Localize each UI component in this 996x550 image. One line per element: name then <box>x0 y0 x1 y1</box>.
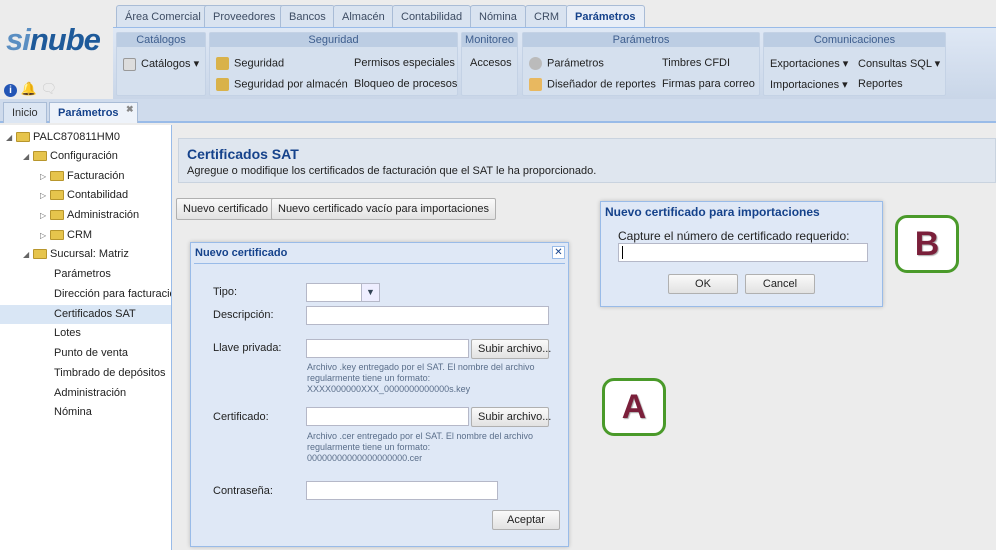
bell-icon[interactable]: 🔔 <box>21 81 37 96</box>
new-empty-certificate-button[interactable]: Nuevo certificado vacío para importacion… <box>271 198 496 220</box>
disenador-reportes-button[interactable]: Diseñador de reportes <box>529 78 656 91</box>
tree-leaf-administracion[interactable]: Administración <box>0 384 171 403</box>
catalog-icon <box>123 57 136 71</box>
folder-icon <box>16 132 30 143</box>
folder-icon <box>50 171 64 182</box>
close-tab-icon[interactable]: ✖ <box>126 104 134 115</box>
accesos-button[interactable]: Accesos <box>470 57 512 69</box>
firmas-correo-button[interactable]: Firmas para correo <box>662 78 755 90</box>
navigation-tree: ◢ PALC870811HM0 ◢ Configuración ▷ Facturaci… <box>0 125 172 550</box>
tipo-select[interactable]: ▼ <box>306 283 380 302</box>
page-title: Certificados SAT <box>187 146 299 162</box>
doc-tab-parametros[interactable]: Parámetros ✖ <box>49 102 138 123</box>
tree-leaf-direccion[interactable]: Dirección para facturación <box>0 285 171 304</box>
close-icon[interactable]: ✕ <box>552 246 565 259</box>
cer-hint: Archivo .cer entregado por el SAT. El no… <box>307 431 533 463</box>
certificate-number-input[interactable] <box>618 243 868 262</box>
info-icon[interactable]: i <box>4 84 17 97</box>
cancel-button[interactable]: Cancel <box>745 274 815 294</box>
tree-node-facturacion[interactable]: ▷ Facturación <box>0 167 171 186</box>
status-icons: i 🔔 🗨 <box>4 81 57 97</box>
chat-icon[interactable]: 🗨 <box>40 81 57 96</box>
accept-button[interactable]: Aceptar <box>492 510 560 530</box>
tree-leaf-timbrado[interactable]: Timbrado de depósitos <box>0 364 171 383</box>
descripcion-input[interactable] <box>306 306 549 325</box>
import-certificate-dialog: Nuevo certificado para importaciones Cap… <box>600 201 883 307</box>
timbres-cfdi-button[interactable]: Timbres CFDI <box>662 57 730 69</box>
seguridad-almacen-button[interactable]: Seguridad por almacén <box>216 78 348 91</box>
exportaciones-menu[interactable]: Exportaciones ▾ <box>770 57 848 70</box>
tree-node-sucursal[interactable]: ◢ Sucursal: Matriz <box>0 245 171 264</box>
tree-leaf-lotes[interactable]: Lotes <box>0 324 171 343</box>
tab-bancos[interactable]: Bancos <box>280 5 335 27</box>
gear-icon <box>529 57 542 70</box>
group-seguridad: Seguridad Seguridad Seguridad por almacé… <box>209 32 458 96</box>
llave-input[interactable] <box>306 339 469 358</box>
dialog-title: Nuevo certificado <box>195 247 288 259</box>
tree-leaf-certificados-sat[interactable]: Certificados SAT <box>0 305 171 324</box>
parametros-button[interactable]: Parámetros <box>529 57 604 70</box>
report-designer-icon <box>529 78 542 91</box>
folder-icon <box>33 151 47 162</box>
tree-node-root[interactable]: ◢ PALC870811HM0 <box>0 128 171 147</box>
new-certificate-dialog: Nuevo certificado ✕ Tipo: ▼ Descripción:… <box>190 242 569 547</box>
descripcion-label: Descripción: <box>213 309 274 321</box>
key-hint: Archivo .key entregado por el SAT. El no… <box>307 362 535 394</box>
import-prompt: Capture el número de certificado requeri… <box>618 229 850 243</box>
catalogos-menu[interactable]: Catálogos ▾ <box>123 57 199 71</box>
import-dialog-title: Nuevo certificado para importaciones <box>605 205 820 219</box>
tab-almacen[interactable]: Almacén <box>333 5 394 27</box>
callout-a: A <box>602 378 666 436</box>
group-catalogos: Catálogos Catálogos ▾ <box>116 32 206 96</box>
text-cursor <box>622 246 623 259</box>
certificado-label: Certificado: <box>213 411 269 423</box>
upload-key-button[interactable]: Subir archivo... <box>471 339 551 359</box>
upload-cer-button[interactable]: Subir archivo... <box>471 407 551 427</box>
sinube-logo: sinube <box>6 22 101 57</box>
folder-icon <box>50 210 64 221</box>
doc-tab-inicio[interactable]: Inicio <box>3 102 47 123</box>
chevron-down-icon: ▼ <box>361 284 379 301</box>
tab-crm[interactable]: CRM <box>525 5 569 27</box>
contrasena-label: Contraseña: <box>213 485 273 497</box>
importaciones-menu[interactable]: Importaciones ▾ <box>770 78 848 91</box>
callout-b: B <box>895 215 959 273</box>
llave-label: Llave privada: <box>213 342 282 354</box>
page-header: Certificados SAT Agregue o modifique los… <box>178 138 996 183</box>
group-comunicaciones: Comunicaciones Exportaciones ▾ Importaci… <box>763 32 946 96</box>
tree-node-configuracion[interactable]: ◢ Configuración <box>0 147 171 166</box>
group-parametros: Parámetros Parámetros Diseñador de repor… <box>522 32 760 96</box>
ribbon: Catálogos Catálogos ▾ Seguridad Segurida… <box>113 27 996 99</box>
tree-node-contabilidad[interactable]: ▷ Contabilidad <box>0 186 171 205</box>
tree-node-administracion[interactable]: ▷ Administración <box>0 206 171 225</box>
tree-leaf-parametros[interactable]: Parámetros <box>0 265 171 284</box>
tab-contabilidad[interactable]: Contabilidad <box>392 5 472 27</box>
group-monitoreo: Monitoreo Accesos <box>461 32 518 96</box>
tree-leaf-punto-venta[interactable]: Punto de venta <box>0 344 171 363</box>
tree-leaf-nomina[interactable]: Nómina <box>0 403 171 422</box>
tipo-label: Tipo: <box>213 286 238 298</box>
permisos-especiales-button[interactable]: Permisos especiales <box>354 57 455 69</box>
folder-icon <box>33 249 47 260</box>
tab-area-comercial[interactable]: Área Comercial <box>116 5 210 27</box>
lock-icon <box>216 78 229 91</box>
new-certificate-button[interactable]: Nuevo certificado <box>176 198 275 220</box>
folder-icon <box>50 230 64 241</box>
tab-proveedores[interactable]: Proveedores <box>204 5 285 27</box>
reportes-button[interactable]: Reportes <box>858 78 903 90</box>
seguridad-button[interactable]: Seguridad <box>216 57 284 70</box>
tab-parametros[interactable]: Parámetros <box>566 5 645 28</box>
page-subtitle: Agregue o modifique los certificados de … <box>187 165 597 177</box>
contrasena-input[interactable] <box>306 481 498 500</box>
lock-icon <box>216 57 229 70</box>
ok-button[interactable]: OK <box>668 274 738 294</box>
folder-icon <box>50 190 64 201</box>
document-tabs: Inicio Parámetros ✖ <box>0 99 996 123</box>
certificado-input[interactable] <box>306 407 469 426</box>
tab-nomina[interactable]: Nómina <box>470 5 526 27</box>
tree-node-crm[interactable]: ▷ CRM <box>0 226 171 245</box>
consultas-sql-menu[interactable]: Consultas SQL ▾ <box>858 57 940 70</box>
bloqueo-procesos-button[interactable]: Bloqueo de procesos <box>354 78 457 90</box>
